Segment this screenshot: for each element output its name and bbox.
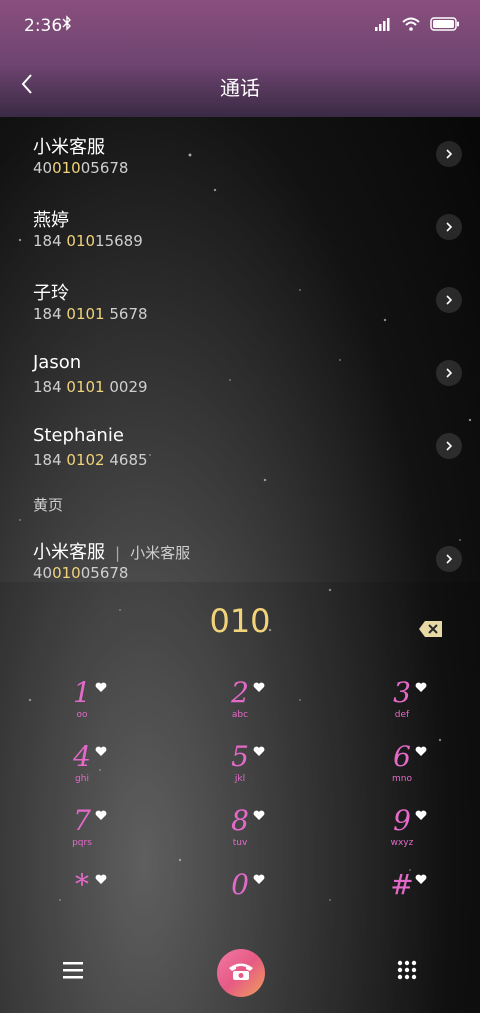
heart-icon <box>95 874 107 884</box>
bluetooth-icon <box>62 15 72 35</box>
chevron-right-icon[interactable] <box>436 287 462 313</box>
key-8[interactable]: 8 tuv <box>200 806 280 866</box>
list-item-yellow-pages[interactable]: 小米客服 | 小米客服 4001005678 <box>0 522 480 582</box>
contact-number: 4001005678 <box>33 564 129 582</box>
contact-name: Jason <box>33 352 82 373</box>
heart-icon <box>95 682 107 692</box>
heart-icon <box>415 682 427 692</box>
header: 2:36 通话 <box>0 0 480 117</box>
wifi-icon <box>402 16 420 35</box>
heart-icon <box>95 746 107 756</box>
title-bar: 通话 <box>0 60 480 108</box>
heart-icon <box>415 874 427 884</box>
dialpad-icon[interactable] <box>396 959 418 985</box>
contact-number: 4001005678 <box>33 159 129 177</box>
key-1[interactable]: 1 oo <box>42 678 122 738</box>
contact-number: 184 0101 0029 <box>33 378 148 396</box>
status-icons <box>374 16 460 35</box>
list-item[interactable]: 子玲 184 0101 5678 <box>0 263 480 336</box>
heart-icon <box>253 682 265 692</box>
signal-icon <box>374 16 392 35</box>
contact-name: 小米客服 <box>33 137 105 158</box>
heart-icon <box>253 746 265 756</box>
list-item[interactable]: 小米客服 4001005678 <box>0 117 480 190</box>
contact-name: 小米客服 | 小米客服 <box>33 542 191 563</box>
key-0[interactable]: 0 <box>200 870 280 930</box>
heart-icon <box>253 874 265 884</box>
heart-icon <box>95 810 107 820</box>
list-item[interactable]: Jason 184 0101 0029 <box>0 336 480 409</box>
phone-icon <box>227 960 255 986</box>
list-item[interactable]: Stephanie 184 0102 4685 <box>0 409 480 482</box>
chevron-right-icon[interactable] <box>436 360 462 386</box>
list-item[interactable]: 燕婷 184 01015689 <box>0 190 480 263</box>
contact-number: 184 0102 4685 <box>33 451 148 469</box>
status-time: 2:36 <box>24 16 63 36</box>
key-4[interactable]: 4 ghi <box>42 742 122 802</box>
heart-icon <box>253 810 265 820</box>
key-2[interactable]: 2 abc <box>200 678 280 738</box>
backspace-icon[interactable] <box>418 620 444 642</box>
page-title: 通话 <box>220 76 260 100</box>
menu-icon[interactable] <box>60 959 86 985</box>
key-9[interactable]: 9 wxyz <box>362 806 442 866</box>
bottom-bar <box>0 945 480 1005</box>
contact-name: 燕婷 <box>33 210 69 231</box>
search-results-list: 小米客服 4001005678 燕婷 184 01015689 子玲 184 0… <box>0 117 480 582</box>
status-bar: 2:36 <box>0 0 480 52</box>
key-6[interactable]: 6 mno <box>362 742 442 802</box>
chevron-right-icon[interactable] <box>436 433 462 459</box>
key-hash[interactable]: # <box>362 870 442 930</box>
chevron-right-icon[interactable] <box>436 214 462 240</box>
contact-number: 184 01015689 <box>33 232 143 250</box>
contact-name: Stephanie <box>33 425 124 446</box>
chevron-right-icon[interactable] <box>436 141 462 167</box>
battery-icon <box>430 16 460 35</box>
heart-icon <box>415 746 427 756</box>
contact-name: 子玲 <box>33 283 69 304</box>
heart-icon <box>415 810 427 820</box>
contact-number: 184 0101 5678 <box>33 305 148 323</box>
key-7[interactable]: 7 pqrs <box>42 806 122 866</box>
chevron-right-icon[interactable] <box>436 546 462 572</box>
call-button[interactable] <box>217 949 265 997</box>
key-5[interactable]: 5 jkl <box>200 742 280 802</box>
key-3[interactable]: 3 def <box>362 678 442 738</box>
section-header-yellow-pages: 黄页 <box>33 496 64 514</box>
key-star[interactable]: * <box>42 870 122 930</box>
dial-input[interactable]: 010 <box>0 602 480 640</box>
